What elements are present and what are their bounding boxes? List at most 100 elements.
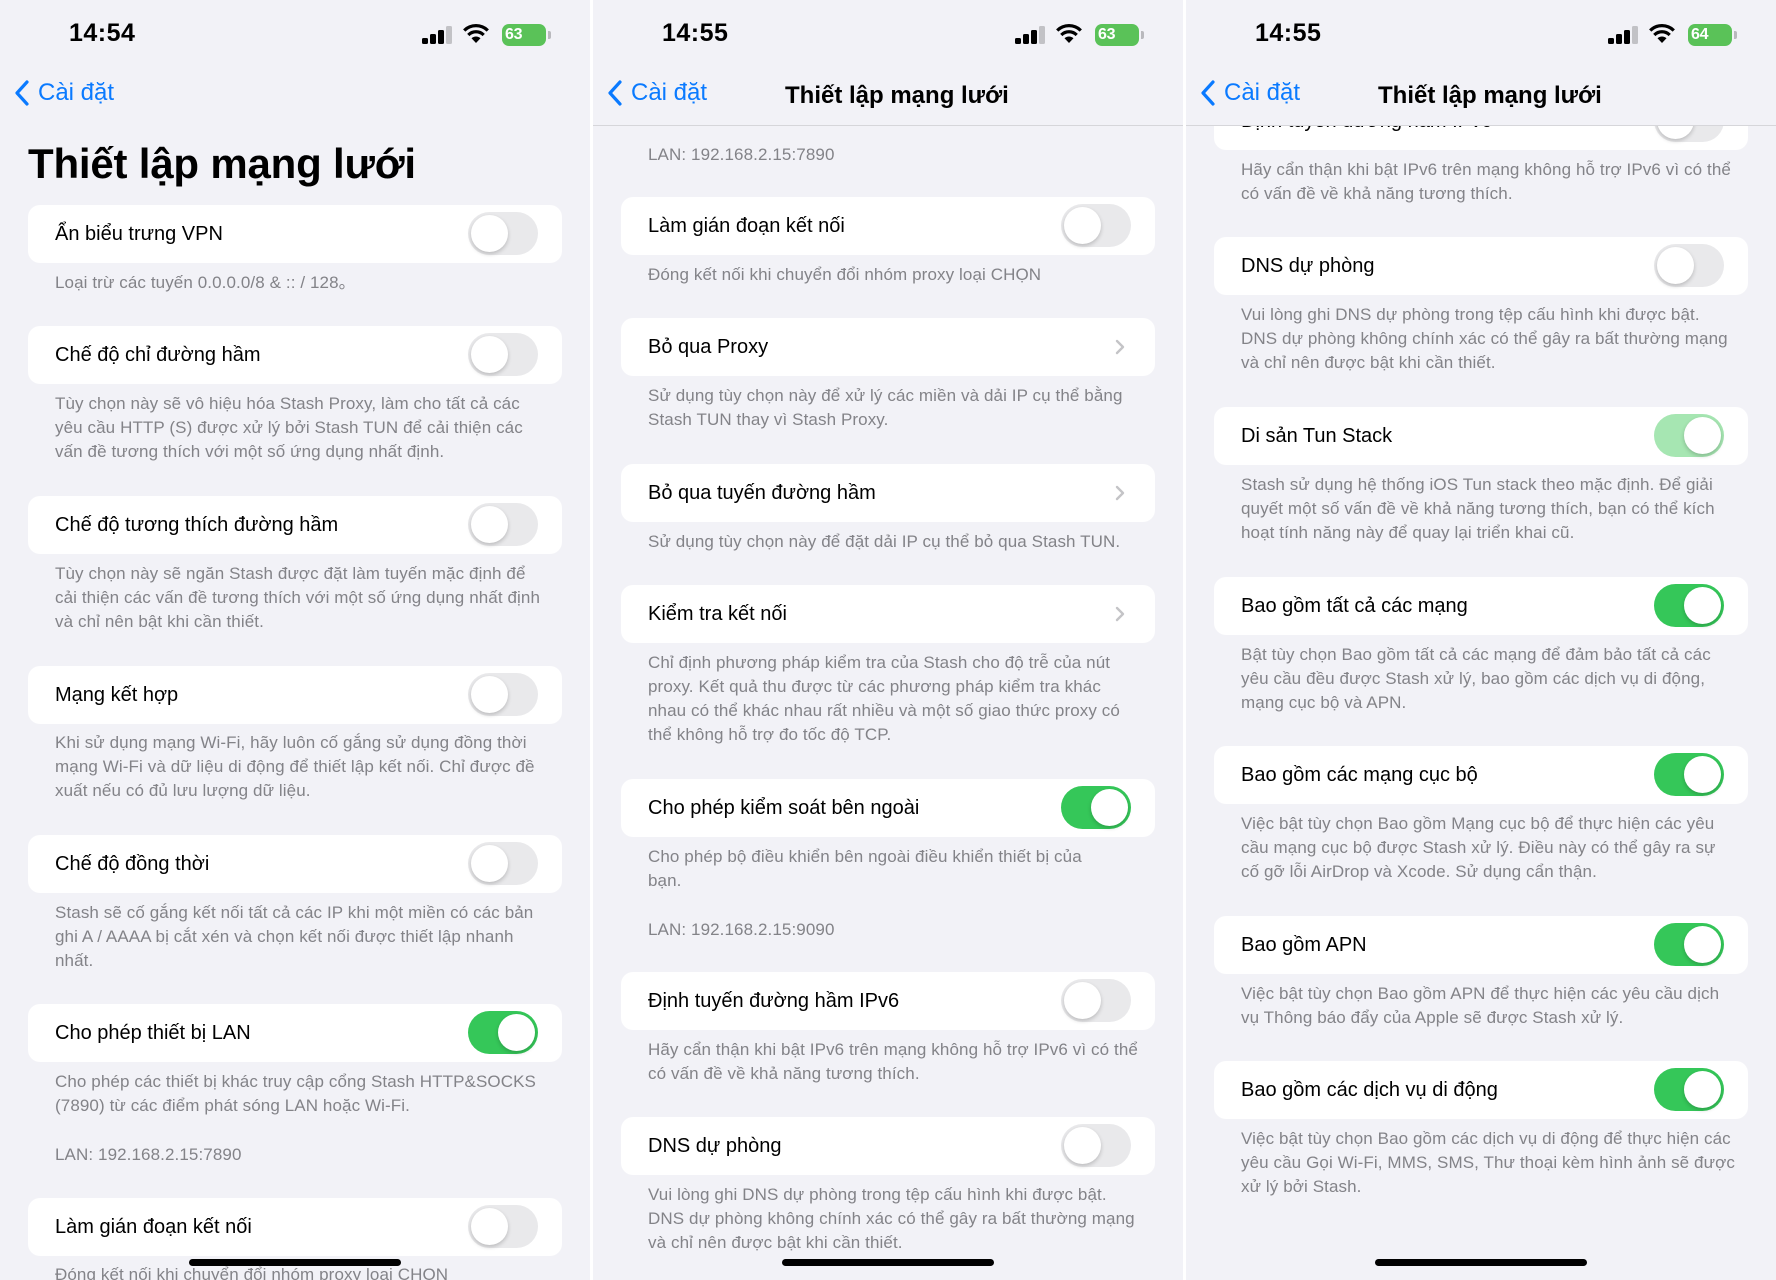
cellular-signal-icon	[1015, 26, 1047, 44]
setting-footer: Việc bật tùy chọn Bao gồm các dịch vụ di…	[1241, 1129, 1735, 1196]
setting-footer-lan-address: LAN: 192.168.2.15:7890	[55, 1145, 242, 1164]
setting-row-hybrid-network[interactable]: Mạng kết hợp	[28, 666, 562, 724]
toggle-switch[interactable]	[468, 673, 538, 716]
wifi-icon	[463, 24, 489, 43]
battery-icon: 63	[502, 24, 551, 46]
setting-row-bypass-proxy[interactable]: Bỏ qua Proxy	[621, 318, 1155, 376]
toggle-switch[interactable]	[1654, 244, 1724, 287]
toggle-switch[interactable]	[1654, 584, 1724, 627]
chevron-left-icon	[608, 80, 622, 106]
setting-row-fallback-dns[interactable]: DNS dự phòng	[1214, 237, 1748, 295]
home-indicator	[782, 1259, 994, 1266]
setting-label: Làm gián đoạn kết nối	[55, 1216, 252, 1238]
setting-footer: Sử dụng tùy chọn này để xử lý các miền v…	[648, 386, 1123, 429]
setting-label: Định tuyến đường hầm IPv6	[648, 990, 900, 1012]
chevron-right-icon	[1115, 485, 1125, 501]
nav-title: Thiết lập mạng lưới	[785, 82, 1009, 109]
setting-footer: Vui lòng ghi DNS dự phòng trong tệp cấu …	[1241, 305, 1728, 372]
setting-row-bypass-tunnel-route[interactable]: Bỏ qua tuyến đường hầm	[621, 464, 1155, 522]
navigation-bar: Cài đặt Thiết lập mạng lưới	[593, 70, 1183, 126]
setting-footer: Việc bật tùy chọn Bao gồm Mạng cục bộ để…	[1241, 814, 1716, 881]
setting-row-legacy-tun-stack[interactable]: Di sản Tun Stack	[1214, 407, 1748, 465]
toggle-switch[interactable]	[468, 503, 538, 546]
setting-label: Bỏ qua Proxy	[648, 336, 769, 358]
battery-icon: 64	[1688, 24, 1737, 46]
chevron-left-icon	[15, 80, 29, 106]
toggle-switch[interactable]	[1061, 979, 1131, 1022]
wifi-icon	[1649, 24, 1675, 43]
setting-row-allow-lan[interactable]: Cho phép thiết bị LAN	[28, 1004, 562, 1062]
toggle-switch[interactable]	[468, 1011, 538, 1054]
setting-label: Kiểm tra kết nối	[648, 603, 787, 625]
setting-row-tunnel-compat-mode[interactable]: Chế độ tương thích đường hầm	[28, 496, 562, 554]
setting-footer: Cho phép các thiết bị khác truy cập cổng…	[55, 1072, 536, 1115]
setting-label: Bao gồm các mạng cục bộ	[1241, 764, 1478, 786]
chevron-right-icon	[1115, 606, 1125, 622]
screen-1: 14:54 63 Cài đặt Thiết lập mạng lưới Ẩn …	[0, 0, 590, 1280]
status-time: 14:54	[69, 19, 136, 47]
setting-footer: Việc bật tùy chọn Bao gồm APN để thực hi…	[1241, 984, 1720, 1027]
setting-row-hide-vpn-icon[interactable]: Ẩn biểu trưng VPN	[28, 205, 562, 263]
setting-label: Làm gián đoạn kết nối	[648, 215, 845, 237]
setting-label: Chế độ tương thích đường hầm	[55, 514, 339, 536]
setting-label: Bao gồm tất cả các mạng	[1241, 595, 1468, 617]
back-button[interactable]: Cài đặt	[1200, 79, 1300, 107]
setting-footer-lan-address: LAN: 192.168.2.15:7890	[648, 145, 835, 164]
status-bar: 14:55 64	[1186, 0, 1776, 70]
toggle-switch[interactable]	[1061, 204, 1131, 247]
setting-row-interrupt-connection[interactable]: Làm gián đoạn kết nối	[28, 1198, 562, 1256]
battery-icon: 63	[1095, 24, 1144, 46]
navigation-bar: Cài đặt	[0, 70, 590, 126]
status-time: 14:55	[1255, 19, 1322, 47]
setting-row-connection-test[interactable]: Kiểm tra kết nối	[621, 585, 1155, 643]
home-indicator	[1375, 1259, 1587, 1266]
setting-footer: Stash sẽ cố gắng kết nối tất cả các IP k…	[55, 903, 534, 970]
toggle-switch[interactable]	[1654, 414, 1724, 457]
setting-row-include-all-networks[interactable]: Bao gồm tất cả các mạng	[1214, 577, 1748, 635]
status-bar: 14:55 63	[593, 0, 1183, 70]
setting-footer: Cho phép bộ điều khiển bên ngoài điều kh…	[648, 847, 1082, 890]
toggle-switch[interactable]	[1061, 1124, 1131, 1167]
status-bar: 14:54 63	[0, 0, 590, 70]
toggle-switch[interactable]	[1654, 923, 1724, 966]
setting-row-fallback-dns[interactable]: DNS dự phòng	[621, 1117, 1155, 1175]
toggle-switch[interactable]	[468, 1205, 538, 1248]
setting-footer: Loại trừ các tuyến 0.0.0.0/8 & :: / 128。	[55, 273, 356, 292]
home-indicator	[189, 1259, 401, 1266]
toggle-switch[interactable]	[468, 212, 538, 255]
back-button[interactable]: Cài đặt	[14, 79, 114, 107]
toggle-switch[interactable]	[468, 333, 538, 376]
nav-title: Thiết lập mạng lưới	[1378, 82, 1602, 109]
status-time: 14:55	[662, 19, 729, 47]
setting-label: Bao gồm các dịch vụ di động	[1241, 1079, 1498, 1101]
setting-row-interrupt-connection[interactable]: Làm gián đoạn kết nối	[621, 197, 1155, 255]
setting-label: Bỏ qua tuyến đường hầm	[648, 482, 876, 504]
navigation-bar: Cài đặt Thiết lập mạng lưới	[1186, 70, 1776, 126]
setting-footer-lan-address: LAN: 192.168.2.15:9090	[648, 920, 835, 939]
setting-row-ipv6-tunnel-routing[interactable]: Định tuyến đường hầm IPv6	[621, 972, 1155, 1030]
back-label: Cài đặt	[38, 79, 115, 106]
toggle-switch[interactable]	[1061, 786, 1131, 829]
setting-footer: Khi sử dụng mạng Wi-Fi, hãy luôn cố gắng…	[55, 733, 535, 800]
setting-footer: Bật tùy chọn Bao gồm tất cả các mạng để …	[1241, 645, 1711, 712]
toggle-switch[interactable]	[468, 842, 538, 885]
setting-label: Mạng kết hợp	[55, 684, 179, 706]
back-button[interactable]: Cài đặt	[607, 79, 707, 107]
setting-row-include-cellular-services[interactable]: Bao gồm các dịch vụ di động	[1214, 1061, 1748, 1119]
page-title: Thiết lập mạng lưới	[28, 140, 416, 187]
setting-row-concurrent-mode[interactable]: Chế độ đồng thời	[28, 835, 562, 893]
setting-row-tunnel-only-mode[interactable]: Chế độ chỉ đường hầm	[28, 326, 562, 384]
setting-row-external-control[interactable]: Cho phép kiểm soát bên ngoài	[621, 779, 1155, 837]
setting-footer: Stash sử dụng hệ thống iOS Tun stack the…	[1241, 475, 1715, 542]
toggle-switch[interactable]	[1654, 1068, 1724, 1111]
toggle-switch[interactable]	[1654, 753, 1724, 796]
setting-footer: Đóng kết nối khi chuyển đổi nhóm proxy l…	[648, 265, 1042, 284]
setting-footer: Sử dụng tùy chọn này để đặt dải IP cụ th…	[648, 532, 1121, 551]
setting-label: Bao gồm APN	[1241, 934, 1367, 956]
back-label: Cài đặt	[1224, 79, 1301, 106]
setting-label: Chế độ đồng thời	[55, 853, 210, 875]
setting-row-include-apn[interactable]: Bao gồm APN	[1214, 916, 1748, 974]
setting-row-include-local-networks[interactable]: Bao gồm các mạng cục bộ	[1214, 746, 1748, 804]
cellular-signal-icon	[422, 26, 454, 44]
wifi-icon	[1056, 24, 1082, 43]
